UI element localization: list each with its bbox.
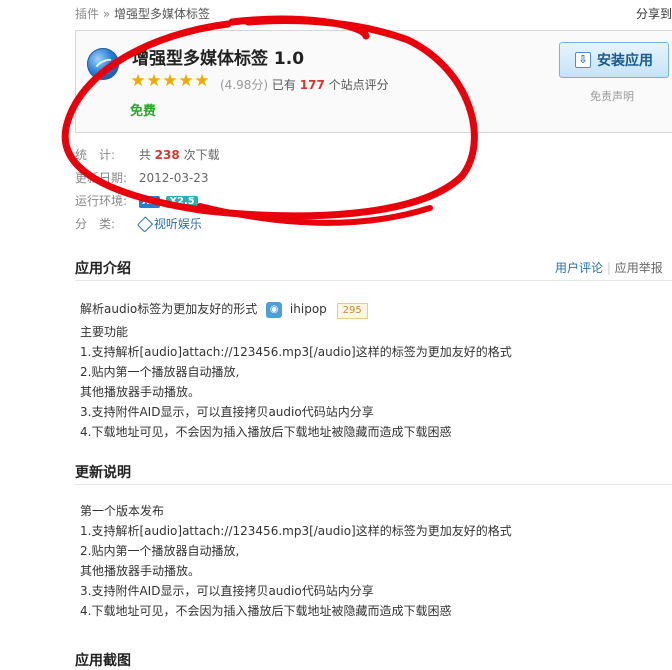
stats-label: 统 计:	[75, 148, 116, 162]
environment-row: 运行环境: X2 X2.5	[75, 192, 201, 209]
rating-prefix: 已有	[271, 78, 296, 92]
rating-count: 177	[299, 78, 325, 92]
updated-date: 2012-03-23	[138, 171, 209, 185]
category-link[interactable]: 视听娱乐	[154, 217, 202, 231]
links-separator: |	[606, 261, 611, 275]
tag-icon	[136, 216, 153, 233]
section-links: 用户评论 | 应用举报	[555, 259, 663, 276]
rating-suffix: 个站点评分	[328, 78, 389, 92]
category-row: 分 类: 视听娱乐	[75, 215, 202, 233]
changelog-line: 其他播放器手动播放。	[80, 564, 201, 578]
changelog-line: 2.贴内第一个播放器自动播放,	[80, 544, 240, 558]
changelog-line: 4.下载地址可见，不会因为插入播放后下载地址被隐藏而造成下载困惑	[80, 604, 452, 618]
stats-suffix: 次下载	[183, 148, 220, 162]
intro-line: 其他播放器手动播放。	[80, 385, 201, 399]
author-name[interactable]: ihipop	[290, 302, 327, 316]
rating-score: (4.98分)	[220, 78, 269, 92]
author-avatar-icon[interactable]: ◉	[266, 301, 283, 318]
section-divider	[75, 484, 672, 485]
changelog-title: 更新说明	[75, 465, 131, 481]
screenshots-title: 应用截图	[75, 653, 131, 669]
updated-label: 更新日期:	[75, 171, 128, 185]
environment-label: 运行环境:	[75, 194, 128, 208]
intro-title: 应用介绍	[75, 261, 131, 277]
install-app-button[interactable]: ⇩ 安装应用	[559, 42, 669, 78]
report-app-link[interactable]: 应用举报	[615, 261, 663, 275]
env-badge-x25: X2.5	[166, 195, 198, 208]
category-label: 分 类:	[75, 217, 116, 231]
breadcrumb-separator: »	[102, 7, 111, 21]
breadcrumb: 插件 » 增强型多媒体标签	[75, 5, 210, 22]
price-label: 免费	[130, 104, 157, 119]
changelog-line: 第一个版本发布	[80, 504, 165, 518]
author-points-badge: 295	[336, 303, 368, 319]
share-link[interactable]: 分享到	[636, 5, 672, 22]
download-icon: ⇩	[575, 52, 591, 68]
user-reviews-link[interactable]: 用户评论	[555, 261, 603, 275]
updated-row: 更新日期: 2012-03-23	[75, 169, 209, 186]
intro-line: 4.下载地址可见，不会因为插入播放后下载地址被隐藏而造成下载困惑	[80, 425, 452, 439]
star-icon: ★	[178, 71, 194, 91]
disclaimer-link[interactable]: 免责声明	[590, 88, 634, 104]
star-icon: ★	[194, 71, 210, 91]
intro-headline: 解析audio标签为更加友好的形式	[80, 302, 258, 316]
changelog-line: 3.支持附件AID显示，可以直接拷贝audio代码站内分享	[80, 584, 374, 598]
stats-row: 统 计: 共 238 次下载	[75, 146, 220, 163]
rating-stars: ★★★★★	[130, 71, 210, 91]
breadcrumb-current: 增强型多媒体标签	[114, 7, 211, 21]
env-badge-x2: X2	[138, 195, 160, 208]
intro-line: 3.支持附件AID显示，可以直接拷贝audio代码站内分享	[80, 405, 374, 419]
star-icon: ★	[146, 71, 162, 91]
stats-prefix: 共	[138, 148, 151, 162]
intro-line: 1.支持解析[audio]attach://123456.mp3[/audio]…	[80, 345, 512, 359]
rating-summary: (4.98分) 已有 177 个站点评分	[220, 76, 389, 93]
download-count: 238	[154, 148, 180, 162]
intro-headline-row: 解析audio标签为更加友好的形式 ◉ ihipop 295	[80, 300, 368, 319]
star-icon: ★	[162, 71, 178, 91]
changelog-line: 1.支持解析[audio]attach://123456.mp3[/audio]…	[80, 524, 512, 538]
intro-line: 2.贴内第一个播放器自动播放,	[80, 365, 240, 379]
breadcrumb-root[interactable]: 插件	[75, 7, 99, 21]
intro-line: 主要功能	[80, 325, 129, 339]
star-icon: ★	[130, 71, 146, 91]
app-icon	[87, 48, 119, 80]
section-divider	[75, 280, 672, 281]
install-label: 安装应用	[597, 53, 653, 69]
app-title: 增强型多媒体标签 1.0	[132, 49, 305, 69]
